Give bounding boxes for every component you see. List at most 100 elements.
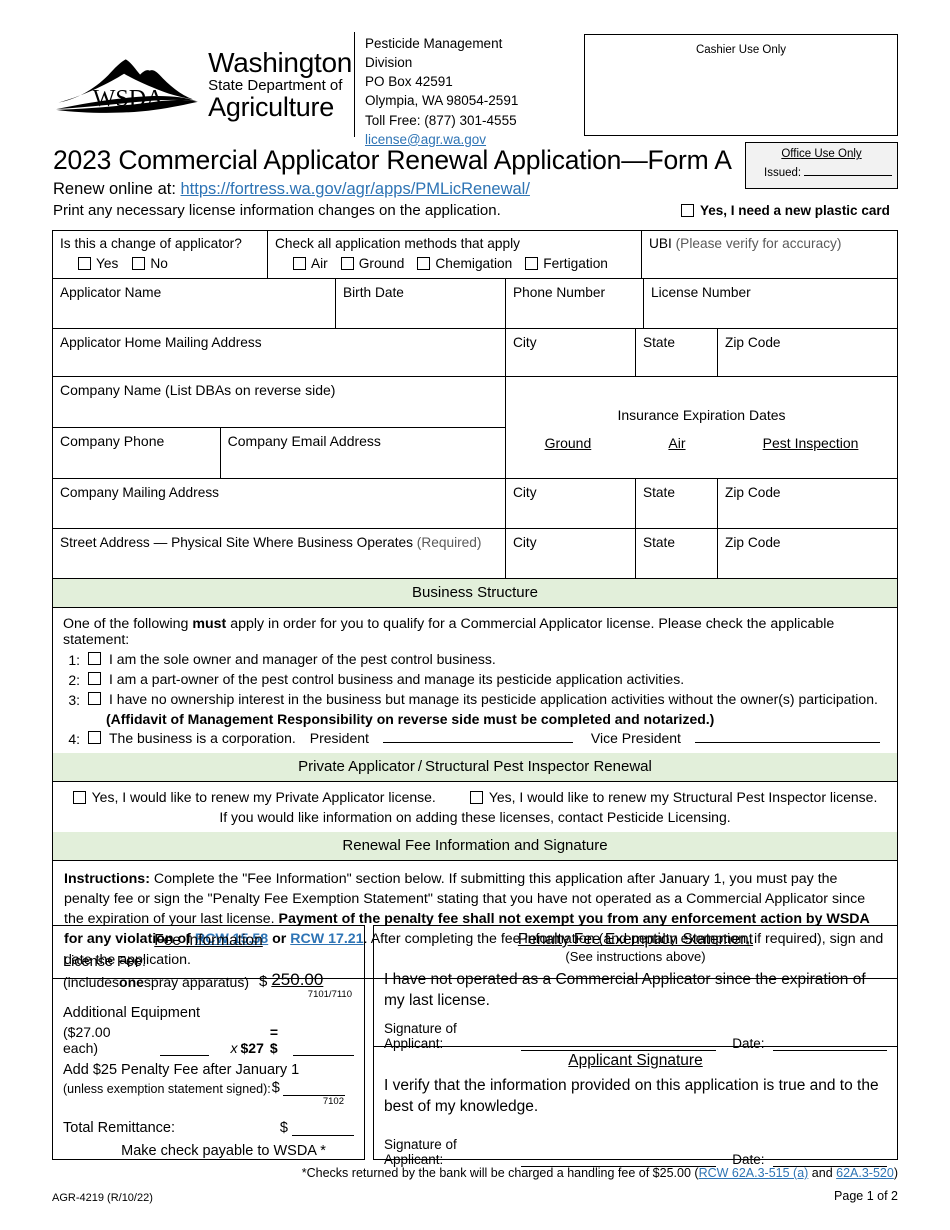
print-changes-note: Print any necessary license information … [53, 202, 501, 219]
birth-date-cell[interactable]: Birth Date [336, 279, 506, 328]
change-applicator-yes-checkbox[interactable] [78, 257, 91, 270]
bs-item-1-checkbox[interactable] [88, 652, 101, 665]
change-applicator-no-checkbox[interactable] [132, 257, 146, 270]
method-option-fertigation[interactable]: Fertigation [525, 256, 608, 271]
method-air-checkbox[interactable] [293, 257, 306, 270]
cashier-use-only-label: Cashier Use Only [695, 44, 787, 56]
method-option-chemigation[interactable]: Chemigation [417, 256, 512, 271]
street-zip-cell[interactable]: Zip Code [718, 529, 897, 578]
private-applicator-option-label: Yes, I would like to renew my Private Ap… [91, 789, 436, 805]
rcw-62a-3-520-link[interactable]: 62A.3-520 [836, 1166, 894, 1180]
bs-item-3-checkbox[interactable] [88, 692, 101, 705]
additional-equipment-qty-field[interactable] [159, 1043, 209, 1056]
additional-equipment-label: Additional Equipment [63, 1005, 201, 1021]
renew-online-link[interactable]: https://fortress.wa.gov/agr/apps/PMLicRe… [181, 180, 530, 198]
wsda-logo: WSDA Washington State Department of Agri… [52, 32, 352, 137]
total-dollar-sign: $ [279, 1120, 288, 1136]
method-chemigation-checkbox[interactable] [417, 257, 431, 270]
license-number-label: License Number [651, 285, 751, 300]
company-info-group: Company Name (List DBAs on reverse side)… [53, 377, 506, 478]
street-state-cell[interactable]: State [636, 529, 718, 578]
additional-equipment-total-field[interactable] [293, 1043, 354, 1056]
insurance-column-pest-inspection[interactable]: Pest Inspection [763, 435, 859, 451]
street-address-required-note: (Required) [416, 535, 482, 550]
new-plastic-card-option[interactable]: Yes, I need a new plastic card [681, 203, 890, 218]
office-issued-field[interactable] [804, 165, 893, 176]
applicator-name-cell[interactable]: Applicator Name [53, 279, 336, 328]
company-phone-cell[interactable]: Company Phone [53, 428, 221, 478]
insurance-column-air[interactable]: Air [668, 435, 685, 451]
section-header-private-applicator: Private Applicator / Structural Pest Ins… [53, 753, 897, 782]
company-name-cell[interactable]: Company Name (List DBAs on reverse side) [53, 377, 505, 428]
checks-note-part-c: ) [893, 1166, 898, 1180]
penalty-fee-account-code: 7102 [322, 1096, 344, 1107]
company-phone-label: Company Phone [60, 433, 165, 449]
home-city-cell[interactable]: City [506, 329, 636, 376]
license-number-cell[interactable]: License Number [644, 279, 897, 328]
bs-item-2-checkbox[interactable] [88, 672, 101, 685]
bs-item-4-checkbox[interactable] [88, 731, 101, 744]
contact-toll-free: Toll Free: (877) 301-4555 [365, 112, 517, 128]
phone-number-cell[interactable]: Phone Number [506, 279, 644, 328]
structural-pest-inspector-checkbox[interactable] [469, 790, 483, 804]
method-fertigation-checkbox[interactable] [525, 257, 539, 270]
bs-item-2-text: I am a part-owner of the pest control bu… [109, 671, 685, 687]
private-applicator-renew-option[interactable]: Yes, I would like to renew my Private Ap… [72, 789, 436, 805]
new-plastic-card-label: Yes, I need a new plastic card [700, 203, 890, 218]
insurance-column-ground[interactable]: Ground [545, 435, 592, 451]
change-applicator-no-option[interactable]: No [132, 256, 168, 271]
business-structure-item-1[interactable]: 1: I am the sole owner and manager of th… [63, 651, 887, 668]
street-city-cell[interactable]: City [506, 529, 636, 578]
change-applicator-yes-option[interactable]: Yes [78, 256, 118, 271]
method-ground-checkbox[interactable] [340, 257, 354, 270]
home-zip-cell[interactable]: Zip Code [718, 329, 897, 376]
additional-equipment-each-cost: ($27.00 each) [63, 1024, 111, 1056]
license-fee-includes-one: one [119, 974, 144, 990]
per-unit-price: $27 [240, 1040, 264, 1056]
vice-president-field[interactable] [694, 730, 880, 743]
fee-and-signature-area: Fee Information License Fee: (includes o… [52, 925, 898, 1168]
home-zip-label: Zip Code [725, 335, 781, 350]
structural-pest-inspector-renew-option[interactable]: Yes, I would like to renew my Structural… [469, 789, 877, 805]
company-mailing-address-cell[interactable]: Company Mailing Address [53, 479, 506, 528]
home-state-label: State [643, 335, 675, 350]
total-remittance-field[interactable] [292, 1123, 354, 1136]
license-fee-includes-a: (includes [63, 974, 120, 990]
home-state-cell[interactable]: State [636, 329, 718, 376]
company-email-cell[interactable]: Company Email Address [221, 428, 505, 478]
method-option-air[interactable]: Air [293, 256, 328, 271]
office-use-only-box: Office Use Only Issued: [745, 142, 898, 189]
business-structure-item-2[interactable]: 2: I am a part-owner of the pest control… [63, 671, 887, 688]
cashier-use-only-box: Cashier Use Only [584, 34, 898, 136]
method-air-label: Air [311, 256, 328, 271]
company-state-cell[interactable]: State [636, 479, 718, 528]
license-fee-label: License Fee: [63, 954, 147, 970]
business-structure-body: One of the following must apply in order… [53, 608, 897, 753]
ubi-cell[interactable]: UBI (Please verify for accuracy) [642, 231, 897, 278]
section-header-renewal-fee: Renewal Fee Information and Signature [53, 832, 897, 861]
checks-handling-fee-note: *Checks returned by the bank will be cha… [302, 1166, 898, 1180]
business-structure-item-3[interactable]: 3: I have no ownership interest in the b… [63, 691, 887, 708]
rcw-62a-3-515-link[interactable]: RCW 62A.3-515 (a) [699, 1166, 809, 1180]
applicant-signature-title: Applicant Signature [568, 1052, 703, 1069]
company-city-cell[interactable]: City [506, 479, 636, 528]
private-applicator-checkbox[interactable] [72, 790, 86, 804]
checks-note-part-b: and [808, 1166, 837, 1180]
change-applicator-yes-label: Yes [96, 256, 119, 271]
license-fee-amount[interactable]: 250.00 [271, 970, 323, 990]
home-mailing-address-cell[interactable]: Applicator Home Mailing Address [53, 329, 506, 376]
office-issued-label: Issued: [764, 167, 802, 179]
new-plastic-card-checkbox[interactable] [681, 204, 694, 217]
street-address-cell[interactable]: Street Address — Physical Site Where Bus… [53, 529, 506, 578]
president-field[interactable] [382, 730, 573, 743]
form-number: AGR-4219 (R/10/22) [52, 1192, 153, 1204]
method-ground-label: Ground [358, 256, 405, 271]
company-zip-cell[interactable]: Zip Code [718, 479, 897, 528]
business-structure-item-4[interactable]: 4: The business is a corporation. Presid… [63, 730, 887, 747]
bs-item-3-number: 3: [68, 692, 80, 708]
change-of-applicator-cell: Is this a change of applicator? Yes No [53, 231, 268, 278]
table-row-applicator-identity: Applicator Name Birth Date Phone Number … [53, 279, 897, 329]
penalty-fee-field[interactable] [282, 1083, 345, 1096]
table-row-company-insurance: Company Name (List DBAs on reverse side)… [53, 377, 897, 479]
method-option-ground[interactable]: Ground [340, 256, 405, 271]
